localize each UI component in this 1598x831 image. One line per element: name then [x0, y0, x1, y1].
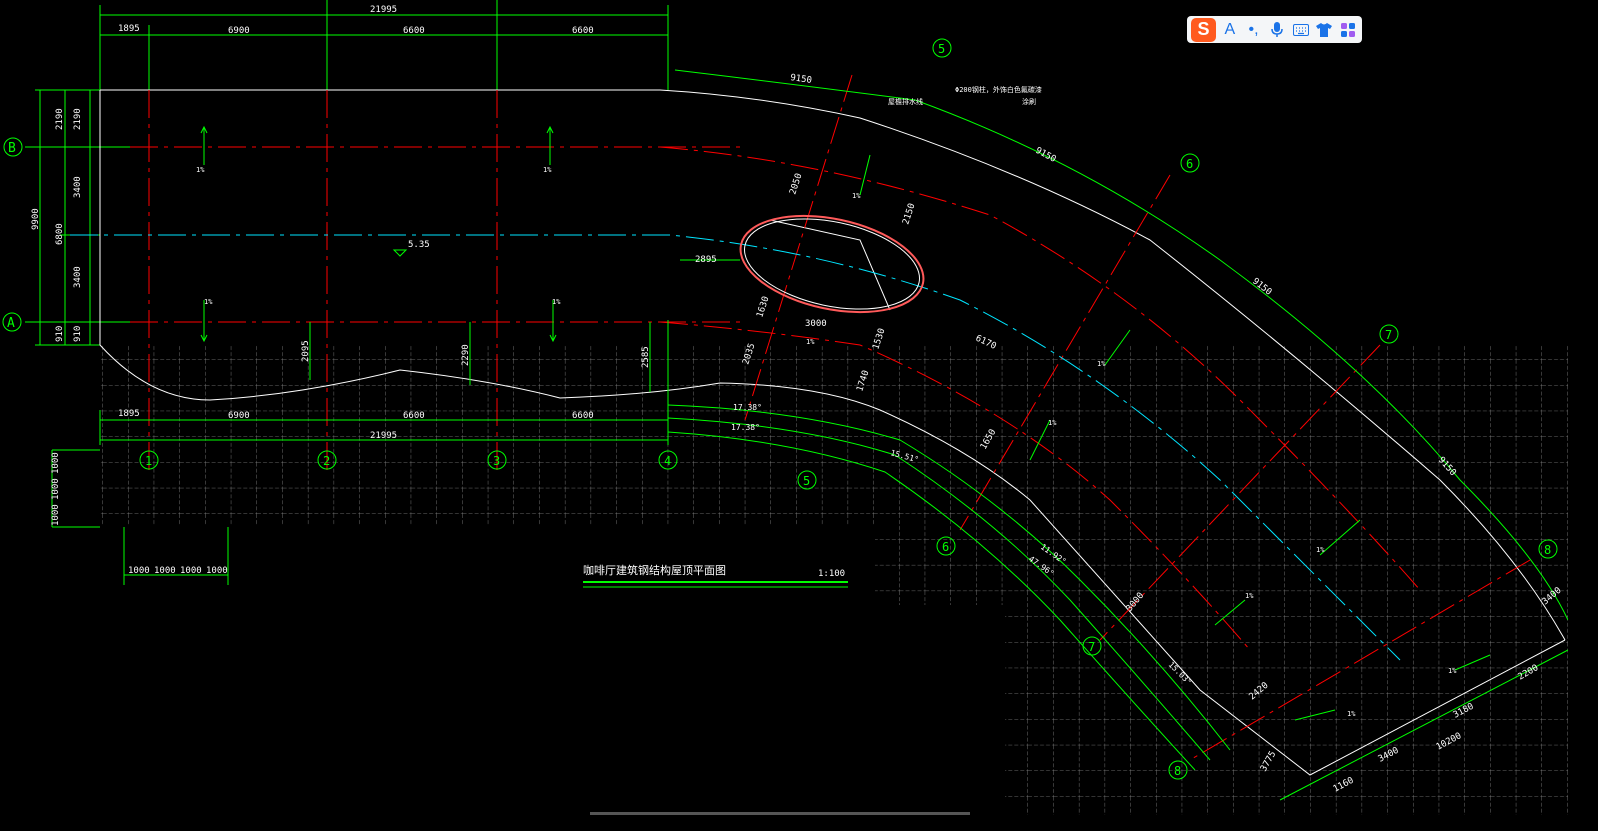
axis-label-6-top: 6	[1186, 157, 1193, 171]
elevation-mark: 5.35	[408, 240, 430, 250]
ime-logo[interactable]: S	[1191, 17, 1217, 42]
dim-left-d: 3400	[73, 176, 83, 198]
elevation-triangle	[392, 249, 408, 257]
dim-2895: 2895	[695, 255, 717, 265]
ime-toolbar[interactable]: S A •,	[1187, 16, 1362, 43]
slope-label-10: 1%	[1245, 592, 1254, 600]
slope-label-8: 1%	[1048, 419, 1057, 427]
axis-label-5-top: 5	[938, 42, 945, 56]
dim-left-c: 6800	[55, 223, 65, 245]
toolbox-grid-icon[interactable]	[1338, 19, 1358, 41]
dim-left-f: 910	[55, 326, 65, 342]
ime-language-toggle[interactable]: A	[1220, 19, 1240, 41]
axis-label-6-bottom: 6	[942, 540, 949, 554]
dim-curve-2: 9150	[1034, 146, 1058, 165]
axis-label-7-top: 7	[1385, 328, 1392, 342]
dim-grid-v2: 1000	[51, 478, 61, 500]
dim-bottom-total: 21995	[370, 431, 397, 441]
dim-3000: 3000	[805, 319, 827, 329]
dim-left-e: 3400	[73, 266, 83, 288]
dim-top-seg2: 6900	[228, 26, 250, 36]
slope-label-12: 1%	[1448, 667, 1457, 675]
dim-grid-v1: 1000	[51, 452, 61, 474]
dim-bottom-seg3: 6600	[403, 411, 425, 421]
dim-left-b: 2190	[73, 108, 83, 130]
slope-label-7: 1%	[1097, 360, 1106, 368]
dim-left-a: 2190	[55, 108, 65, 130]
axis-label-8-bottom: 8	[1174, 764, 1181, 778]
dim-left-total: 9900	[31, 208, 41, 230]
dim-2095: 2095	[301, 340, 311, 362]
slope-label-6: 1%	[806, 338, 815, 346]
slope-label-11: 1%	[1347, 710, 1356, 718]
cad-drawing-canvas[interactable]: 21995 1895 6900 6600 6600 9900 2190 2190…	[0, 0, 1568, 815]
dim-top-seg1: 1895	[118, 24, 140, 34]
angle-1: 17.38°	[733, 403, 762, 412]
dim-top-seg4: 6600	[572, 26, 594, 36]
slope-label-9: 1%	[1316, 546, 1325, 554]
dim-curve-3: 9150	[1250, 276, 1273, 297]
dashed-grid	[100, 345, 1568, 815]
keyboard-icon[interactable]	[1291, 19, 1311, 41]
dim-top-seg3: 6600	[403, 26, 425, 36]
dim-left-g: 910	[73, 326, 83, 342]
axis-label-4: 4	[664, 454, 671, 468]
dim-1630: 1630	[755, 295, 771, 319]
drain-note: 屋檐排水线	[888, 97, 923, 106]
dim-2150: 2150	[901, 202, 917, 226]
axis-label-2: 2	[323, 454, 330, 468]
axis-label-3: 3	[493, 454, 500, 468]
dim-grid-h4: 1000	[206, 566, 228, 576]
dim-bottom-seg4: 6600	[572, 411, 594, 421]
slope-label-2: 1%	[543, 166, 552, 174]
drawing-title: 咖啡厅建筑钢结构屋顶平面图	[583, 563, 726, 577]
slope-label-5: 1%	[852, 192, 861, 200]
axis-label-5-bottom: 5	[803, 474, 810, 488]
angle-2: 17.38°	[731, 423, 760, 432]
slope-label-1: 1%	[196, 166, 205, 174]
axis-label-b: B	[8, 141, 16, 156]
dim-top-total: 21995	[370, 5, 397, 15]
dim-2050: 2050	[788, 172, 804, 196]
dim-2290: 2290	[461, 344, 471, 366]
dim-2585: 2585	[641, 346, 651, 368]
dim-grid-v3: 1000	[51, 504, 61, 526]
slope-label-4: 1%	[552, 298, 561, 306]
dim-bottom-seg1: 1895	[118, 409, 140, 419]
dim-grid-h2: 1000	[154, 566, 176, 576]
horizontal-scrollbar-thumb[interactable]	[590, 812, 970, 815]
dim-grid-h1: 1000	[128, 566, 150, 576]
drawing-scale: 1:100	[818, 569, 845, 579]
dim-bottom-seg2: 6900	[228, 411, 250, 421]
skin-shirt-icon[interactable]	[1315, 19, 1335, 41]
slope-label-3: 1%	[204, 298, 213, 306]
microphone-icon[interactable]	[1267, 19, 1287, 41]
dim-grid-h3: 1000	[180, 566, 202, 576]
pipe-note-2: 涂刷	[1022, 97, 1036, 106]
axis-label-8-right: 8	[1544, 543, 1551, 557]
axis-label-a: A	[7, 316, 15, 331]
pipe-note: Φ200钢柱，外饰白色氟碳漆	[955, 85, 1042, 94]
axis-label-1: 1	[145, 454, 152, 468]
horizontal-scrollbar-area[interactable]	[0, 815, 1598, 831]
axis-label-7-bottom: 7	[1088, 640, 1095, 654]
vertical-scrollbar-area[interactable]	[1568, 0, 1598, 815]
ime-punctuation-toggle[interactable]: •,	[1244, 19, 1264, 41]
